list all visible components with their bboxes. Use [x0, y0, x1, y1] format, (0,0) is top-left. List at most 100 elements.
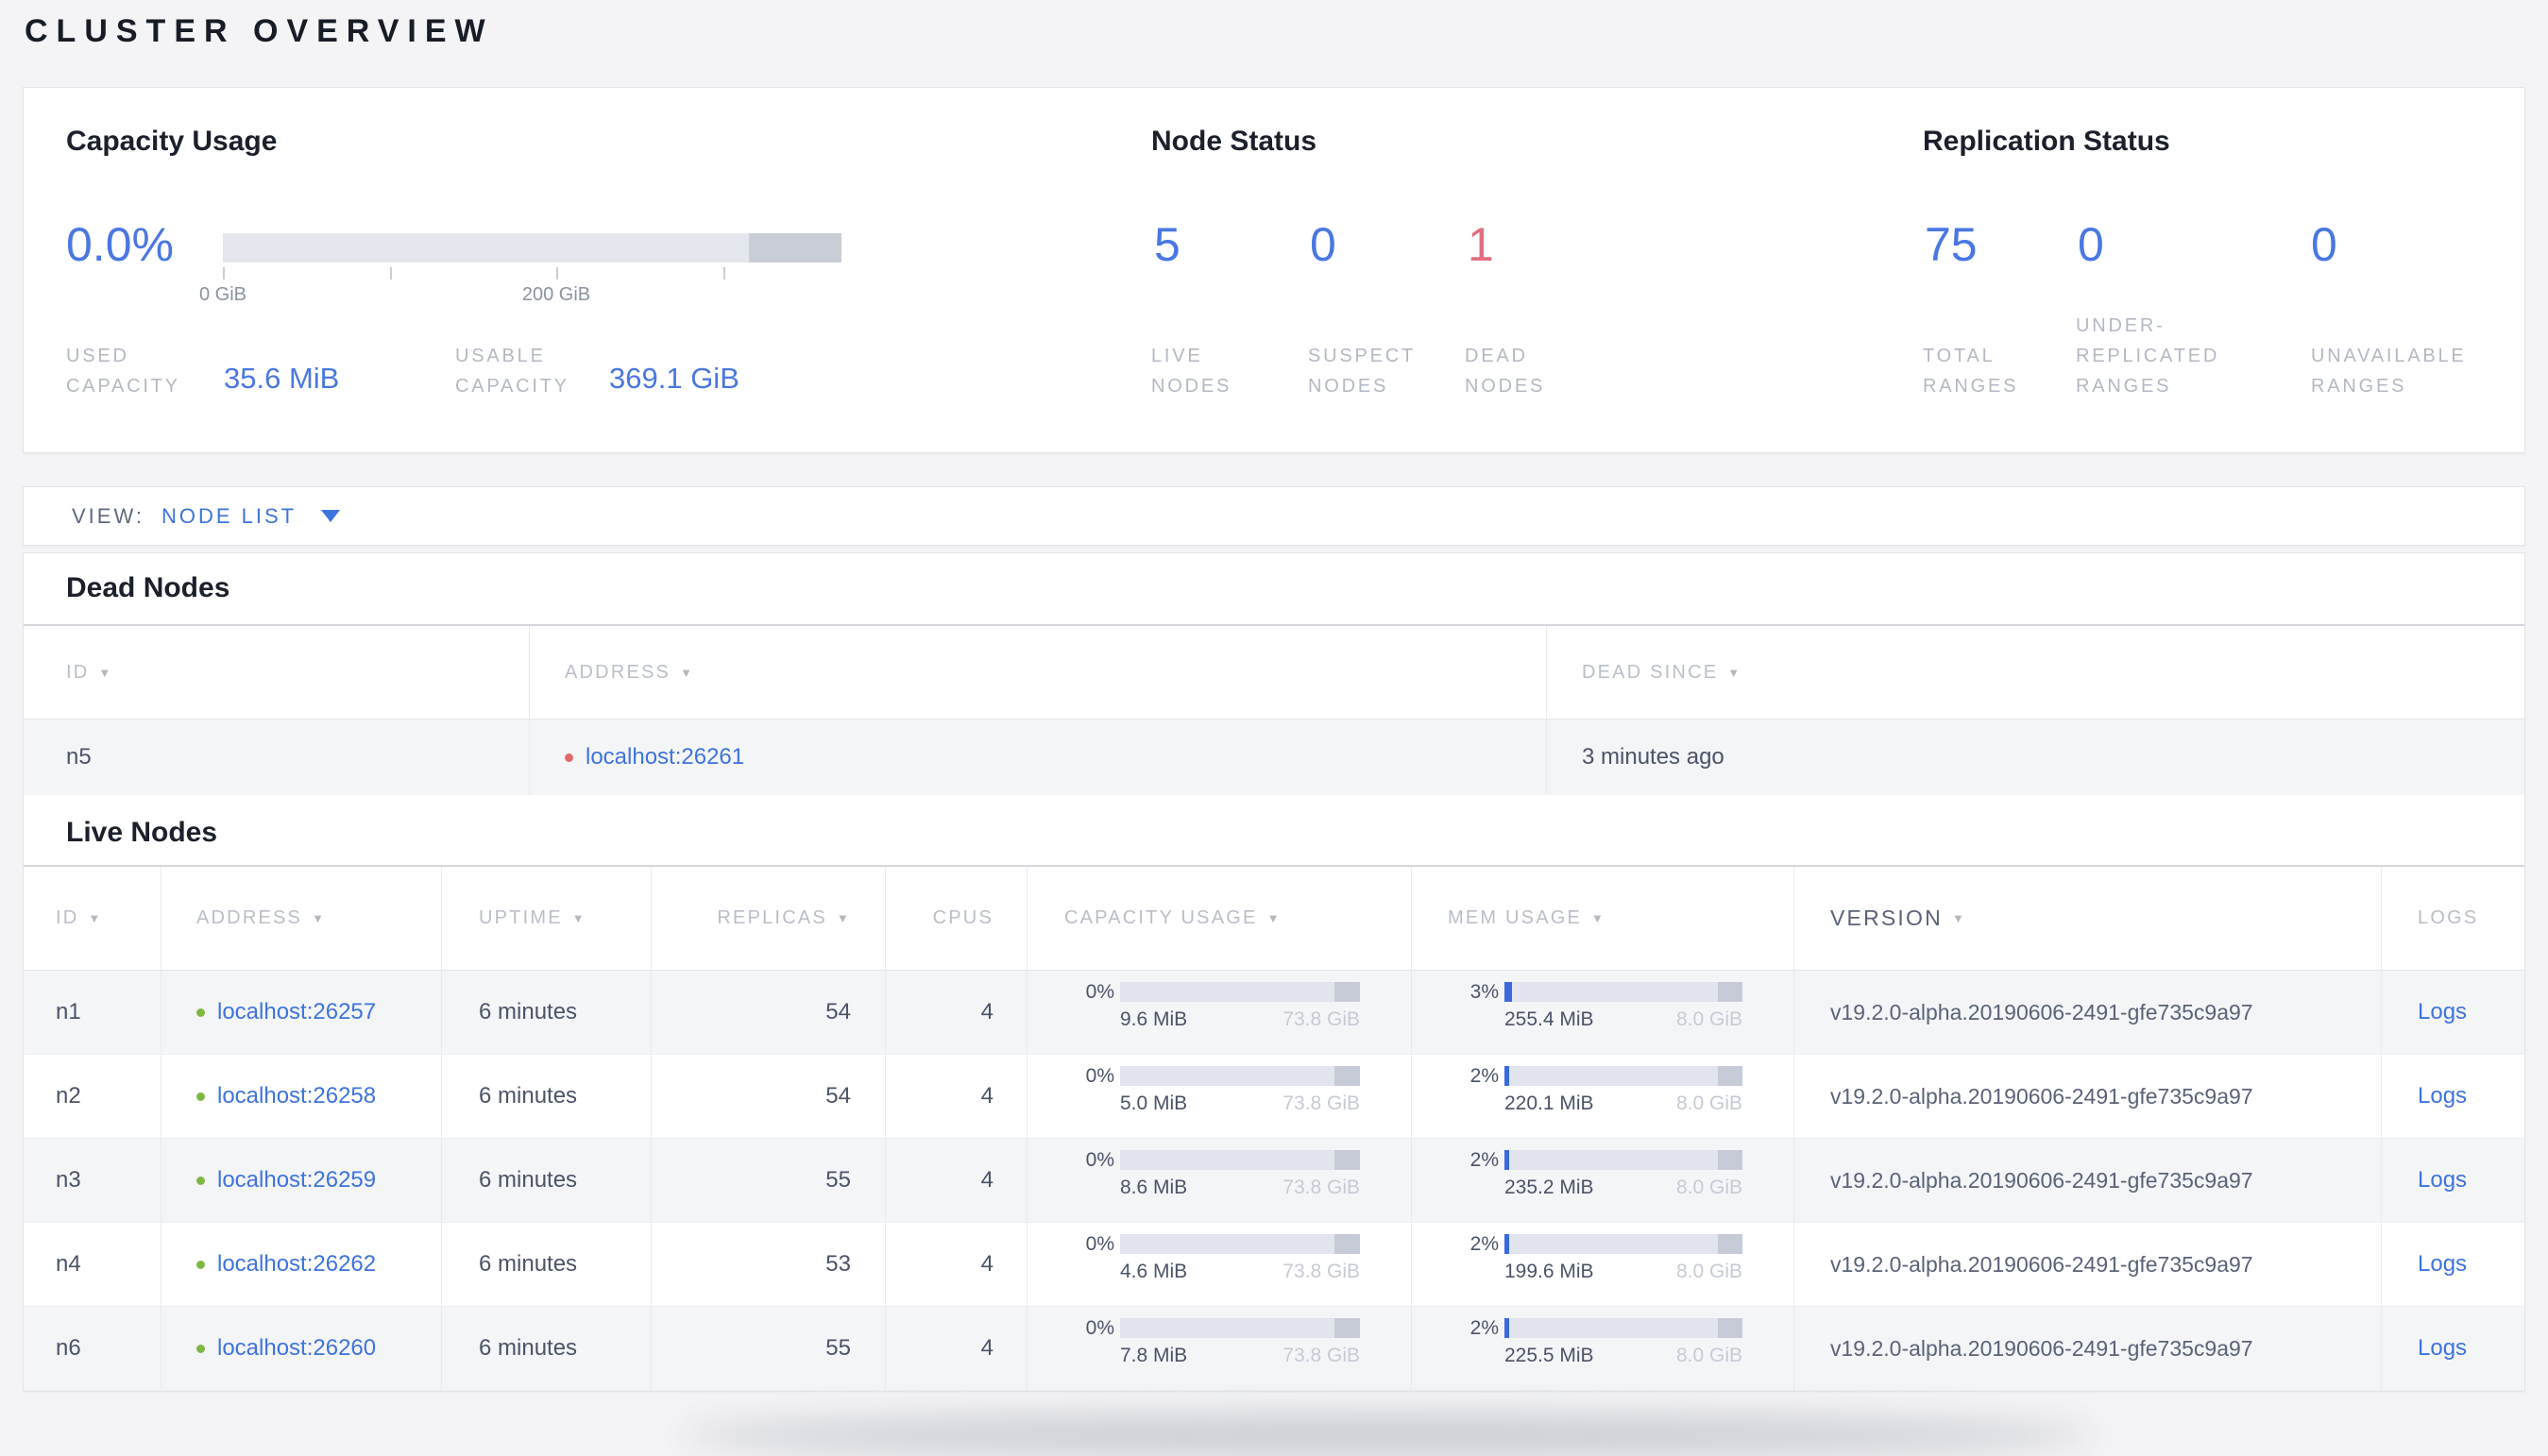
version-cell: v19.2.0-alpha.20190606-2491-gfe735c9a97 — [1794, 1223, 2382, 1306]
node-address-cell: localhost:26262 — [161, 1223, 442, 1306]
capacity-usage-title: Capacity Usage — [66, 126, 278, 157]
sort-desc-icon: ▼ — [88, 911, 103, 925]
mem-usage-bar — [1504, 1150, 1742, 1170]
usable-capacity-value: 369.1 GiB — [609, 362, 739, 395]
capacity-total-value: 73.8 GiB — [1282, 1261, 1360, 1282]
dead-node-row: n5 localhost:26261 3 minutes ago — [24, 720, 2524, 795]
live-status-dot-icon — [196, 1176, 205, 1185]
axis-label-start: 0 GiB — [198, 284, 247, 305]
used-capacity-value: 35.6 MiB — [224, 362, 340, 395]
live-node-row: n2 localhost:26258 6 minutes 54 4 0% 5.0… — [24, 1055, 2524, 1139]
logs-link[interactable]: Logs — [2418, 1083, 2467, 1109]
logs-cell: Logs — [2382, 971, 2524, 1054]
cpus-cell: 4 — [886, 1055, 1028, 1138]
mem-percent: 2% — [1469, 1232, 1499, 1255]
column-header-id[interactable]: ID ▼ — [24, 626, 530, 719]
node-address-link[interactable]: localhost:26260 — [217, 1335, 376, 1362]
capacity-usage-cell: 0% 7.8 MiB 73.8 GiB — [1028, 1307, 1412, 1390]
capacity-usage-bar — [1120, 1066, 1360, 1086]
view-dropdown[interactable]: NODE LIST — [161, 504, 297, 529]
live-node-row: n1 localhost:26257 6 minutes 54 4 0% 9.6… — [24, 971, 2524, 1055]
mem-usage-bar — [1504, 1318, 1742, 1338]
capacity-meter-bar — [223, 233, 841, 262]
column-header-id[interactable]: ID ▼ — [24, 867, 161, 970]
capacity-percent: 0% — [1085, 1148, 1114, 1171]
node-address-link[interactable]: localhost:26262 — [217, 1251, 376, 1278]
logs-cell: Logs — [2382, 1307, 2524, 1390]
under-replicated-ranges-label: UNDER- REPLICATED RANGES — [2076, 315, 2220, 397]
chevron-down-icon[interactable] — [321, 510, 341, 522]
node-address-link[interactable]: localhost:26259 — [217, 1167, 376, 1194]
capacity-percent: 0% — [1085, 980, 1114, 1003]
live-status-dot-icon — [196, 1092, 205, 1101]
sort-desc-icon: ▼ — [98, 665, 113, 680]
sort-desc-icon: ▼ — [1951, 911, 1967, 925]
live-nodes-label: LIVE NODES — [1151, 346, 1232, 397]
uptime-cell: 6 minutes — [442, 1307, 652, 1390]
capacity-meter-reserved-segment — [748, 233, 841, 262]
node-address-link[interactable]: localhost:26258 — [217, 1083, 376, 1109]
version-cell: v19.2.0-alpha.20190606-2491-gfe735c9a97 — [1794, 1307, 2382, 1390]
capacity-usage-cell: 0% 5.0 MiB 73.8 GiB — [1028, 1055, 1412, 1138]
cluster-summary-card: Capacity Usage 0.0% 0 GiB 200 GiB USED CA… — [23, 87, 2525, 453]
column-header-uptime[interactable]: UPTIME ▼ — [442, 867, 652, 970]
mem-usage-fill — [1504, 1234, 1510, 1254]
mem-percent: 3% — [1469, 980, 1499, 1003]
sort-desc-icon: ▼ — [571, 911, 586, 925]
version-cell: v19.2.0-alpha.20190606-2491-gfe735c9a97 — [1794, 1055, 2382, 1138]
node-id-cell: n3 — [24, 1139, 161, 1222]
column-header-dead-since[interactable]: DEAD SINCE ▼ — [1547, 626, 2524, 719]
column-header-cpus: CPUS — [886, 867, 1028, 970]
node-id-cell: n1 — [24, 971, 161, 1054]
replication-status-title: Replication Status — [1923, 126, 2170, 157]
node-address-cell: localhost:26258 — [161, 1055, 442, 1138]
mem-total-value: 8.0 GiB — [1675, 1345, 1742, 1366]
cpus-cell: 4 — [886, 971, 1028, 1054]
node-address-link[interactable]: localhost:26261 — [586, 744, 744, 770]
dead-status-dot-icon — [565, 753, 573, 762]
capacity-reserved-segment — [1334, 1318, 1360, 1338]
sort-desc-icon: ▼ — [836, 911, 851, 925]
column-header-version[interactable]: VERSION ▼ — [1794, 867, 2382, 970]
node-address-link[interactable]: localhost:26257 — [217, 999, 376, 1025]
mem-usage-cell: 2% 235.2 MiB 8.0 GiB — [1412, 1139, 1794, 1222]
column-header-address[interactable]: ADDRESS ▼ — [530, 626, 1547, 719]
dead-nodes-table-header: ID ▼ ADDRESS ▼ DEAD SINCE ▼ — [24, 626, 2524, 720]
mem-total-value: 8.0 GiB — [1675, 1008, 1742, 1030]
total-ranges-count: 75 — [1925, 218, 1978, 271]
mem-reserved-segment — [1717, 1066, 1742, 1086]
logs-link[interactable]: Logs — [2418, 1251, 2467, 1278]
total-ranges-label: TOTAL RANGES — [1923, 346, 2019, 397]
mem-used-value: 235.2 MiB — [1504, 1177, 1594, 1198]
uptime-cell: 6 minutes — [442, 971, 652, 1054]
column-header-mem-usage[interactable]: MEM USAGE ▼ — [1412, 867, 1794, 970]
live-status-dot-icon — [196, 1007, 205, 1017]
column-header-capacity-usage[interactable]: CAPACITY USAGE ▼ — [1028, 867, 1412, 970]
capacity-percent: 0% — [1085, 1232, 1114, 1255]
mem-usage-fill — [1504, 1318, 1510, 1338]
node-address-cell: localhost:26260 — [161, 1307, 442, 1390]
capacity-total-value: 73.8 GiB — [1282, 1092, 1360, 1114]
logs-link[interactable]: Logs — [2418, 1335, 2467, 1362]
unavailable-ranges-label: UNAVAILABLE RANGES — [2311, 346, 2467, 397]
mem-usage-bar — [1504, 982, 1742, 1002]
axis-label-mid: 200 GiB — [521, 284, 591, 305]
logs-link[interactable]: Logs — [2418, 1167, 2467, 1194]
view-selector-bar: VIEW: NODE LIST — [23, 486, 2525, 546]
capacity-usage-bar — [1120, 1318, 1360, 1338]
column-header-replicas[interactable]: REPLICAS ▼ — [652, 867, 886, 970]
capacity-used-percent: 0.0% — [66, 218, 174, 271]
logs-link[interactable]: Logs — [2418, 999, 2467, 1025]
column-header-address[interactable]: ADDRESS ▼ — [161, 867, 442, 970]
bottom-shadow — [680, 1414, 2097, 1456]
live-nodes-table: ID ▼ ADDRESS ▼ UPTIME ▼ REPLICAS ▼ CPUS CAPA… — [24, 865, 2524, 1391]
node-id-cell: n5 — [24, 720, 530, 795]
mem-usage-cell: 2% 220.1 MiB 8.0 GiB — [1412, 1055, 1794, 1138]
replicas-cell: 53 — [652, 1223, 886, 1306]
dead-nodes-rows: n5 localhost:26261 3 minutes ago — [24, 720, 2524, 795]
mem-total-value: 8.0 GiB — [1675, 1177, 1742, 1198]
mem-total-value: 8.0 GiB — [1675, 1261, 1742, 1282]
mem-total-value: 8.0 GiB — [1675, 1092, 1742, 1114]
live-status-dot-icon — [196, 1344, 205, 1353]
replicas-cell: 54 — [652, 971, 886, 1054]
